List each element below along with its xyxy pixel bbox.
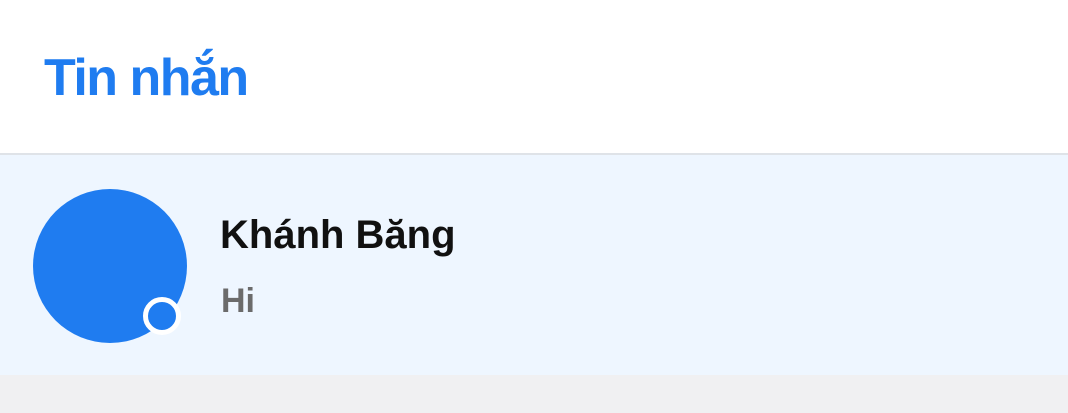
messages-screen: Tin nhắn Khánh Băng Hi	[0, 0, 1068, 413]
contact-name: Khánh Băng	[220, 213, 456, 257]
empty-list-area	[0, 375, 1068, 413]
page-title: Tin nhắn	[44, 49, 249, 107]
last-message-preview: Hi	[221, 282, 255, 320]
messages-header: Tin nhắn	[0, 0, 1068, 155]
online-status-icon	[143, 297, 181, 335]
conversation-item-khanh-bang[interactable]: Khánh Băng Hi	[0, 155, 1068, 375]
